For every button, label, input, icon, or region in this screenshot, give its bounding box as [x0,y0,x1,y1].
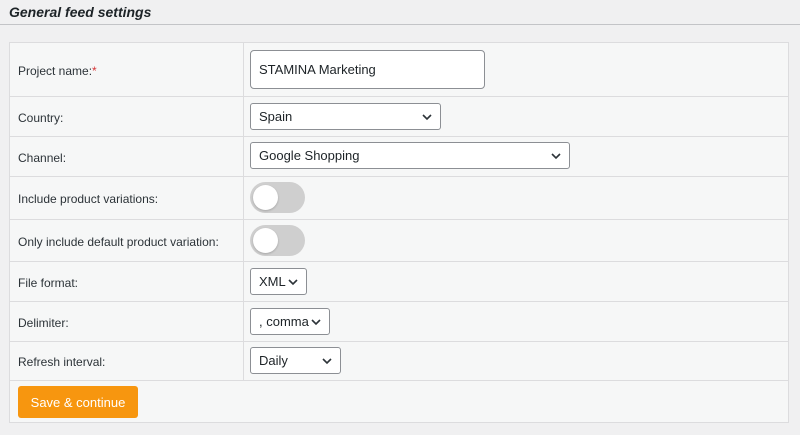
file-format-value: XML [259,274,286,289]
save-continue-button[interactable]: Save & continue [18,386,138,418]
chevron-down-icon [551,153,561,160]
toggle-knob [253,185,278,210]
default-variation-label: Only include default product variation: [18,235,219,249]
country-value: Spain [259,109,293,124]
include-variations-label: Include product variations: [18,192,159,206]
section-header: General feed settings [0,0,800,25]
row-channel: Channel: Google Shopping [10,137,788,177]
file-format-select[interactable]: XML [250,268,307,295]
channel-label: Channel: [18,151,67,165]
delimiter-value: , comma [259,314,309,329]
refresh-interval-value: Daily [259,353,288,368]
channel-select[interactable]: Google Shopping [250,142,570,169]
chevron-down-icon [422,114,432,121]
row-include-variations: Include product variations: [10,177,788,220]
settings-form: Project name:* Country: Spain Channel: G… [9,42,789,423]
delimiter-select[interactable]: , comma [250,308,330,335]
file-format-label: File format: [18,276,79,290]
refresh-interval-label: Refresh interval: [18,355,106,369]
toggle-knob [253,228,278,253]
country-select[interactable]: Spain [250,103,441,130]
project-name-input[interactable] [250,50,485,89]
row-default-variation: Only include default product variation: [10,220,788,262]
chevron-down-icon [311,319,321,326]
refresh-interval-select[interactable]: Daily [250,347,341,374]
row-project-name: Project name:* [10,43,788,97]
channel-value: Google Shopping [259,148,360,163]
country-label: Country: [18,111,64,125]
chevron-down-icon [322,358,332,365]
row-delimiter: Delimiter: , comma [10,302,788,342]
section-title: General feed settings [9,4,152,20]
required-mark: * [92,64,97,78]
row-file-format: File format: XML [10,262,788,302]
delimiter-label: Delimiter: [18,316,69,330]
default-variation-toggle[interactable] [250,225,305,256]
chevron-down-icon [288,279,298,286]
row-country: Country: Spain [10,97,788,137]
row-refresh-interval: Refresh interval: Daily [10,342,788,381]
project-name-label: Project name:* [18,64,97,78]
include-variations-toggle[interactable] [250,182,305,213]
